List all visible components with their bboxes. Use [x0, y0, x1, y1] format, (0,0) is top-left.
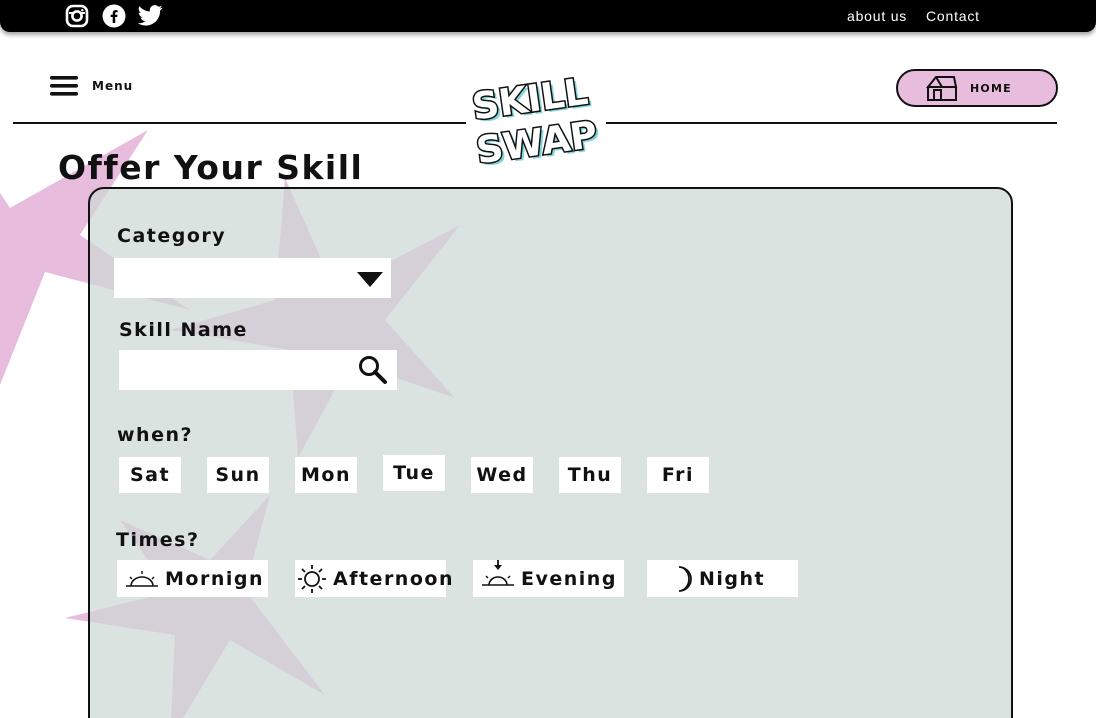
day-fri-button[interactable]: Fri	[647, 457, 709, 493]
moon-icon	[678, 565, 692, 592]
time-night-button[interactable]: Night	[647, 560, 798, 597]
contact-link[interactable]: Contact	[926, 8, 980, 24]
time-morning-label: Mornign	[165, 567, 264, 590]
time-afternoon-button[interactable]: Afternoon	[295, 560, 452, 597]
time-night-label: Night	[699, 567, 766, 590]
day-sun-button[interactable]: Sun	[207, 457, 269, 493]
hamburger-icon	[50, 76, 78, 96]
day-wed-button[interactable]: Wed	[471, 457, 533, 493]
time-afternoon-label: Afternoon	[333, 567, 454, 590]
day-tue-button[interactable]: Tue	[383, 455, 445, 491]
menu-label: Menu	[92, 79, 134, 93]
twitter-icon[interactable]	[137, 3, 163, 29]
house-icon	[926, 76, 958, 101]
sunset-icon	[482, 559, 514, 586]
skill-name-input[interactable]	[119, 350, 349, 390]
skill-name-field	[119, 350, 397, 390]
caret-down-icon	[357, 272, 383, 287]
top-bar: about us Contact	[0, 0, 1096, 32]
day-mon-button[interactable]: Mon	[295, 457, 357, 493]
day-sat-button[interactable]: Sat	[119, 457, 181, 493]
page-title: Offer Your Skill	[58, 148, 364, 187]
time-evening-button[interactable]: Evening	[473, 559, 624, 597]
when-label: when?	[117, 424, 194, 446]
times-label: Times?	[116, 529, 200, 551]
sunrise-icon	[126, 570, 158, 587]
menu-button[interactable]: Menu	[50, 74, 133, 98]
skill-swap-logo[interactable]: SKILL SKILL SWAP SWAP	[466, 64, 606, 178]
instagram-icon[interactable]	[64, 3, 90, 29]
home-button[interactable]: HOME	[896, 69, 1058, 107]
search-icon[interactable]	[357, 354, 389, 386]
time-morning-button[interactable]: Mornign	[117, 560, 268, 597]
facebook-icon[interactable]	[101, 3, 127, 29]
category-label: Category	[117, 225, 227, 247]
category-select[interactable]	[114, 258, 391, 298]
skill-name-label: Skill Name	[119, 319, 248, 341]
about-us-link[interactable]: about us	[847, 8, 907, 24]
day-thu-button[interactable]: Thu	[559, 457, 621, 493]
sun-icon	[298, 564, 326, 593]
home-label: HOME	[970, 81, 1012, 95]
time-evening-label: Evening	[521, 567, 617, 590]
